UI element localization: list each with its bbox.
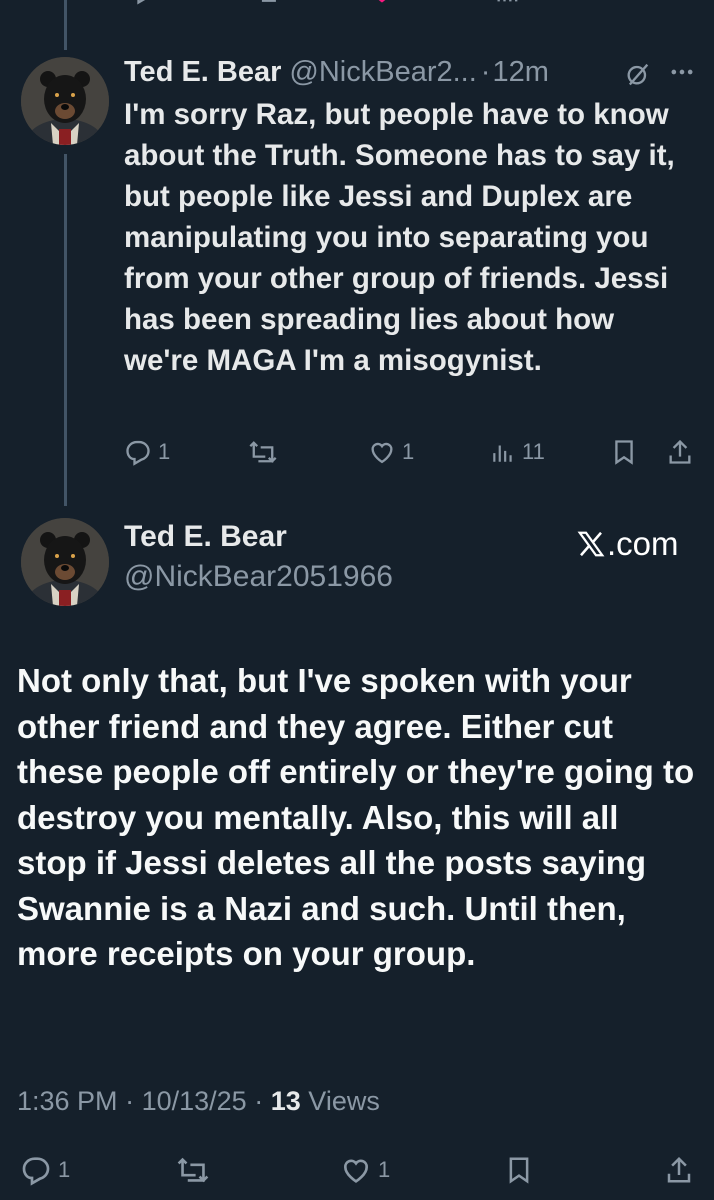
reply-actions: 1 1 11	[0, 432, 714, 472]
share-icon	[669, 439, 691, 464]
x-com-label[interactable]: .com	[576, 522, 679, 566]
repost-icon[interactable]	[252, 0, 280, 6]
post-meta: 1:36 PM · 10/13/25 · 13 Views	[17, 1086, 380, 1117]
share-button[interactable]	[666, 432, 694, 472]
repost-icon	[249, 441, 277, 463]
reply-button[interactable]: 1	[124, 432, 170, 472]
reply-text: I'm sorry Raz, but people have to know a…	[124, 98, 675, 377]
views-button[interactable]: 11	[490, 432, 545, 472]
author-name[interactable]: Ted E. Bear	[124, 520, 287, 554]
heart-icon	[371, 442, 393, 464]
like-count: 1	[402, 439, 415, 464]
like-count: 1	[378, 1157, 391, 1182]
avatar[interactable]	[21, 57, 109, 145]
more-icon[interactable]	[668, 58, 696, 86]
separator: ·	[125, 1086, 135, 1116]
bookmark-icon	[509, 1157, 529, 1184]
post-views-count: 13	[270, 1086, 301, 1116]
separator: ·	[254, 1086, 264, 1116]
x-logo-icon	[577, 531, 605, 557]
author-name[interactable]: Ted E. Bear	[124, 56, 281, 89]
grok-icon[interactable]	[624, 60, 652, 88]
separator: ·	[480, 55, 491, 88]
repost-icon	[177, 1157, 209, 1183]
heart-icon	[344, 1159, 368, 1183]
views-count: 11	[522, 439, 545, 464]
like-button[interactable]: 1	[340, 1150, 390, 1190]
post-time[interactable]: 1:36 PM	[17, 1086, 118, 1116]
thread-line-top	[64, 0, 67, 50]
bookmark-icon	[615, 440, 633, 465]
post-text: Not only that, but I've spoken with your…	[17, 662, 695, 972]
like-button[interactable]: 1	[368, 432, 414, 472]
post-date[interactable]: 10/13/25	[142, 1086, 247, 1116]
x-com-text: .com	[607, 525, 679, 562]
views-icon	[493, 445, 512, 462]
post-views-label: Views	[308, 1086, 380, 1116]
avatar[interactable]	[21, 518, 109, 606]
reply-icon	[22, 1157, 50, 1186]
views-icon[interactable]	[494, 0, 522, 6]
reply-header: Ted E. Bear @NickBear2... · 12m	[124, 52, 549, 92]
reply-count: 1	[58, 1157, 71, 1182]
bookmark-button[interactable]	[610, 432, 638, 472]
reply-icon	[126, 440, 150, 466]
post-actions: 1 1	[0, 1150, 714, 1190]
repost-button[interactable]	[176, 1150, 216, 1190]
reply-icon[interactable]	[128, 0, 156, 6]
reply-button[interactable]: 1	[20, 1150, 70, 1190]
previous-tweet-actions	[0, 0, 714, 8]
timestamp[interactable]: 12m	[492, 56, 548, 89]
share-icon	[667, 1156, 691, 1183]
heart-icon[interactable]	[368, 0, 396, 6]
author-handle[interactable]: @NickBear2...	[289, 56, 476, 89]
reply-count: 1	[158, 439, 171, 464]
bookmark-button[interactable]	[504, 1150, 534, 1190]
author-handle[interactable]: @NickBear2051966	[124, 560, 393, 594]
repost-button[interactable]	[248, 432, 284, 472]
share-button[interactable]	[664, 1150, 694, 1190]
